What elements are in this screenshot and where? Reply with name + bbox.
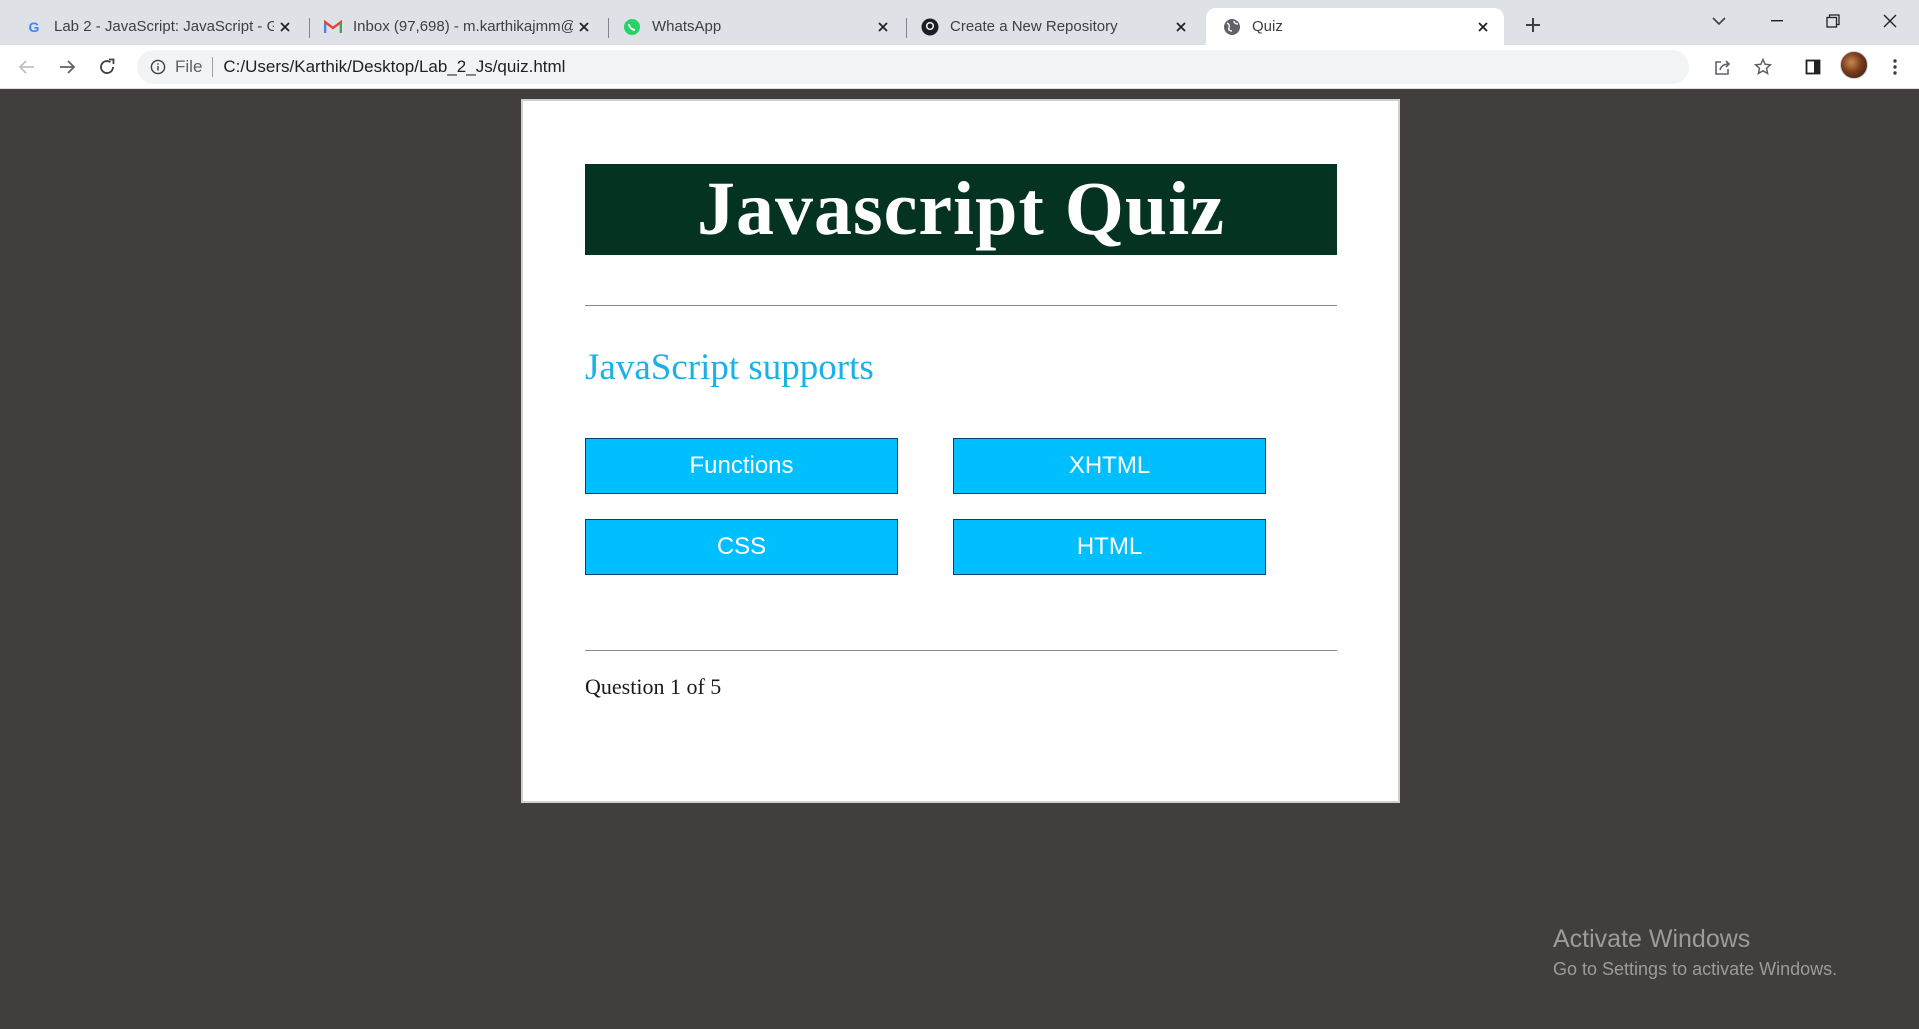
tab-lab2[interactable]: G Lab 2 - JavaScript: JavaScript - Gr (8, 8, 306, 45)
close-icon[interactable] (1170, 16, 1192, 38)
tab-inbox[interactable]: Inbox (97,698) - m.karthikajmm@ (307, 8, 605, 45)
close-icon[interactable] (1472, 16, 1494, 38)
back-icon[interactable] (12, 52, 42, 82)
divider (585, 650, 1337, 651)
window-close-icon[interactable] (1867, 6, 1913, 36)
tab-title: WhatsApp (652, 18, 722, 35)
tab-search-icon[interactable] (1696, 6, 1742, 36)
gmail-icon (323, 17, 343, 37)
close-icon[interactable] (872, 16, 894, 38)
close-icon[interactable] (573, 16, 595, 38)
address-bar[interactable]: File C:/Users/Karthik/Desktop/Lab_2_Js/q… (137, 50, 1689, 84)
quiz-title: Javascript Quiz (697, 167, 1225, 251)
tab-github[interactable]: Create a New Repository (904, 8, 1202, 45)
minimize-icon[interactable] (1754, 6, 1800, 36)
menu-kebab-icon[interactable] (1880, 52, 1910, 82)
browser-toolbar: File C:/Users/Karthik/Desktop/Lab_2_Js/q… (0, 45, 1919, 89)
restore-icon[interactable] (1810, 6, 1856, 36)
info-icon[interactable] (149, 58, 167, 76)
globe-icon (1222, 17, 1242, 37)
activate-windows-title: Activate Windows (1553, 925, 1751, 953)
whatsapp-icon (622, 17, 642, 37)
choice-label: XHTML (1068, 452, 1151, 479)
tab-title: Quiz (1252, 18, 1283, 35)
quiz-header: Javascript Quiz (585, 164, 1337, 255)
github-icon (920, 17, 940, 37)
share-icon[interactable] (1708, 52, 1738, 82)
choice-label: HTML (1076, 533, 1143, 560)
tab-strip: G Lab 2 - JavaScript: JavaScript - Gr In… (0, 0, 1919, 45)
profile-avatar[interactable] (1840, 51, 1868, 79)
google-icon: G (24, 17, 44, 37)
choice-button[interactable]: HTML (953, 519, 1266, 575)
new-tab-button[interactable] (1519, 11, 1547, 39)
scheme-label: File (175, 57, 203, 76)
svg-text:G: G (29, 19, 40, 35)
side-panel-icon[interactable] (1798, 52, 1828, 82)
bookmark-star-icon[interactable] (1748, 52, 1778, 82)
quiz-container: Javascript Quiz JavaScript supports Func… (521, 99, 1400, 803)
forward-icon[interactable] (52, 52, 82, 82)
activate-windows-subtitle: Go to Settings to activate Windows. (1553, 959, 1838, 979)
choice-label: CSS (716, 533, 767, 560)
divider (585, 305, 1337, 306)
divider (212, 57, 214, 77)
tab-title: Inbox (97,698) - m.karthikajmm@ (353, 18, 573, 35)
tab-title: Create a New Repository (950, 18, 1118, 35)
reload-icon[interactable] (92, 52, 122, 82)
question-text: JavaScript supports (585, 347, 874, 388)
choice-button[interactable]: Functions (585, 438, 898, 494)
tab-quiz[interactable]: Quiz (1206, 8, 1504, 45)
tab-title: Lab 2 - JavaScript: JavaScript - Gr (54, 18, 274, 35)
choice-button[interactable]: XHTML (953, 438, 1266, 494)
close-icon[interactable] (274, 16, 296, 38)
choice-label: Functions (689, 452, 794, 479)
question-progress: Question 1 of 5 (585, 674, 722, 699)
choice-button[interactable]: CSS (585, 519, 898, 575)
url-text[interactable]: C:/Users/Karthik/Desktop/Lab_2_Js/quiz.h… (223, 57, 565, 77)
tab-whatsapp[interactable]: WhatsApp (606, 8, 904, 45)
